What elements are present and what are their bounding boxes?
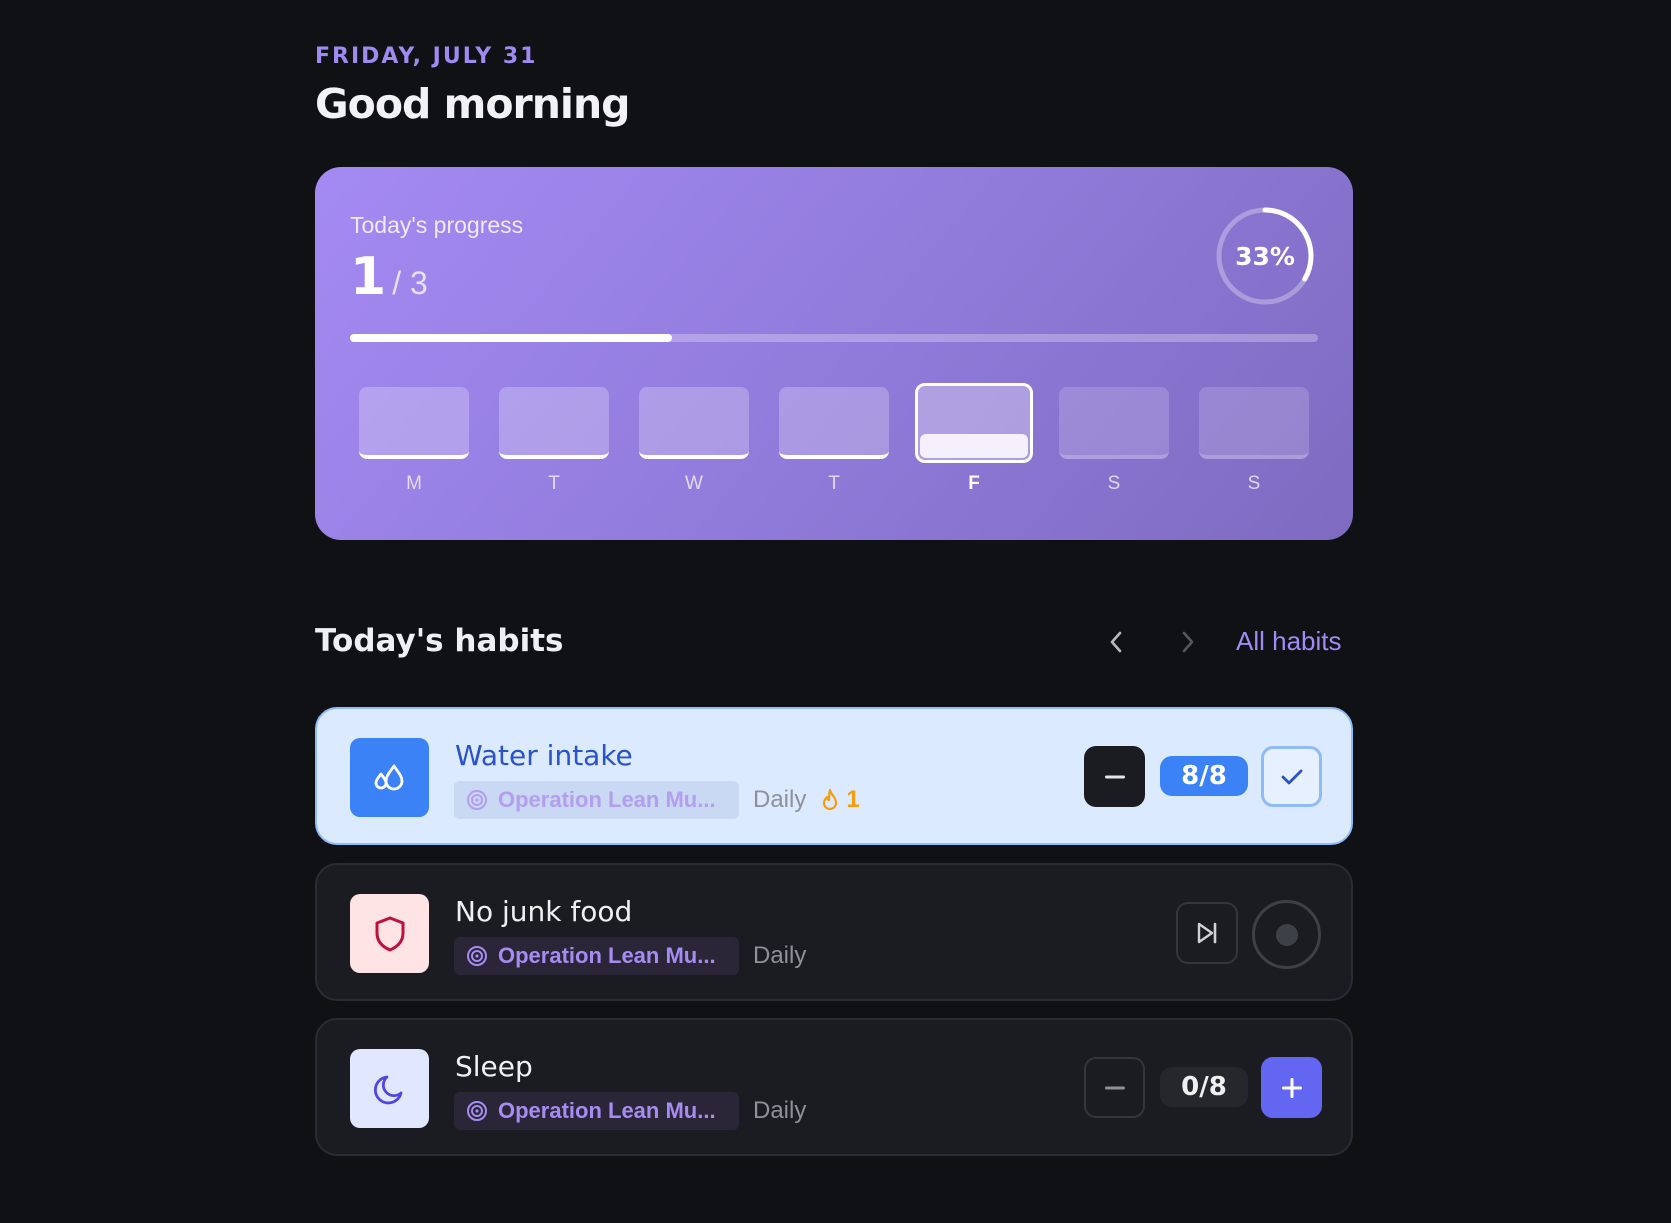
goal-chip[interactable]: Operation Lean Mu...	[454, 781, 739, 819]
day-cell[interactable]: M	[359, 387, 469, 495]
habit-icon-tile	[350, 738, 429, 817]
target-icon	[467, 790, 487, 810]
day-cell[interactable]: S	[1199, 387, 1309, 495]
habit-count: 8/8	[1160, 756, 1248, 796]
habit-name: Water intake	[455, 739, 633, 772]
day-progress-box	[779, 387, 889, 459]
moon-icon	[373, 1075, 402, 1104]
habit-name: Sleep	[455, 1050, 533, 1083]
day-letter: M	[406, 473, 422, 494]
day-progress-fill	[920, 434, 1028, 458]
goal-chip-label: Operation Lean Mu...	[498, 1098, 716, 1123]
progress-bar	[350, 334, 1318, 342]
day-progress-box	[915, 383, 1033, 463]
day-cell[interactable]: S	[1059, 387, 1169, 495]
day-letter: W	[685, 473, 703, 494]
goal-chip[interactable]: Operation Lean Mu...	[454, 937, 739, 975]
skip-forward-icon	[1197, 922, 1217, 944]
day-letter: S	[1107, 473, 1121, 494]
water-drops-icon	[374, 764, 403, 790]
check-icon	[1281, 769, 1302, 784]
habit-name: No junk food	[455, 895, 633, 928]
day-progress-box	[499, 387, 609, 459]
skip-button[interactable]	[1176, 902, 1238, 964]
plus-icon	[1281, 1077, 1302, 1098]
total-count: / 3	[392, 265, 428, 301]
flame-icon	[823, 788, 838, 811]
decrement-button[interactable]	[1084, 746, 1145, 807]
previous-day-button[interactable]	[1101, 624, 1133, 660]
habit-icon-tile	[350, 1049, 429, 1128]
habit-count: 0/8	[1160, 1067, 1248, 1107]
date-label: FRIDAY, JULY 31	[315, 44, 538, 69]
habit-frequency: Daily	[753, 942, 807, 969]
habit-card-no-junk-food[interactable]: No junk food Operation Lean Mu... Daily	[315, 863, 1353, 1001]
day-letter: T	[548, 473, 560, 494]
day-progress-box	[1199, 387, 1309, 459]
increment-button[interactable]	[1261, 1057, 1322, 1118]
complete-toggle-button[interactable]	[1252, 900, 1321, 969]
goal-chip-label: Operation Lean Mu...	[498, 943, 716, 968]
target-icon	[467, 1101, 487, 1121]
habit-card-sleep[interactable]: Sleep Operation Lean Mu... Daily 0/8	[315, 1018, 1353, 1156]
greeting-title: Good morning	[315, 80, 630, 128]
streak-badge: 1	[820, 786, 860, 814]
habit-meta: Operation Lean Mu... Daily	[454, 1092, 806, 1130]
progress-percent: 33%	[1235, 241, 1295, 271]
habit-frequency: Daily	[753, 786, 807, 813]
record-dot-icon	[1275, 923, 1298, 946]
day-cell[interactable]: W	[639, 387, 749, 495]
habits-section-title: Today's habits	[315, 623, 564, 659]
next-day-button[interactable]	[1171, 624, 1203, 660]
progress-count: 1/ 3	[350, 247, 428, 307]
shield-icon	[375, 916, 404, 951]
completed-count: 1	[350, 247, 387, 307]
habit-icon-tile	[350, 894, 429, 973]
minus-icon	[1104, 775, 1125, 778]
progress-label: Today's progress	[350, 212, 524, 238]
habit-meta: Operation Lean Mu... Daily	[454, 937, 806, 975]
progress-card: Today's progress 1/ 3 33% M T W T F S S	[315, 167, 1353, 540]
day-progress-box	[1059, 387, 1169, 459]
all-habits-link[interactable]: All habits	[1236, 626, 1342, 657]
chevron-left-icon	[1110, 631, 1122, 653]
chevron-right-icon	[1182, 631, 1194, 653]
day-cell[interactable]: T	[499, 387, 609, 495]
day-progress-box	[639, 387, 749, 459]
day-letter: F	[968, 473, 980, 494]
decrement-button[interactable]	[1084, 1057, 1145, 1118]
goal-chip-label: Operation Lean Mu...	[498, 787, 716, 812]
habit-frequency: Daily	[753, 1097, 807, 1124]
goal-chip[interactable]: Operation Lean Mu...	[454, 1092, 739, 1130]
day-cell[interactable]: T	[779, 387, 889, 495]
target-icon	[467, 946, 487, 966]
habit-meta: Operation Lean Mu... Daily 1	[454, 781, 860, 819]
week-strip: MTWTFSS	[359, 383, 1309, 507]
day-progress-box	[359, 387, 469, 459]
habit-card-water-intake[interactable]: Water intake Operation Lean Mu... Daily …	[315, 707, 1353, 845]
day-letter: T	[828, 473, 840, 494]
minus-icon	[1104, 1086, 1125, 1089]
day-letter: S	[1247, 473, 1261, 494]
day-cell[interactable]: F	[915, 383, 1033, 495]
progress-bar-fill	[350, 334, 673, 342]
streak-count: 1	[846, 786, 860, 813]
complete-check-button[interactable]	[1261, 746, 1322, 807]
